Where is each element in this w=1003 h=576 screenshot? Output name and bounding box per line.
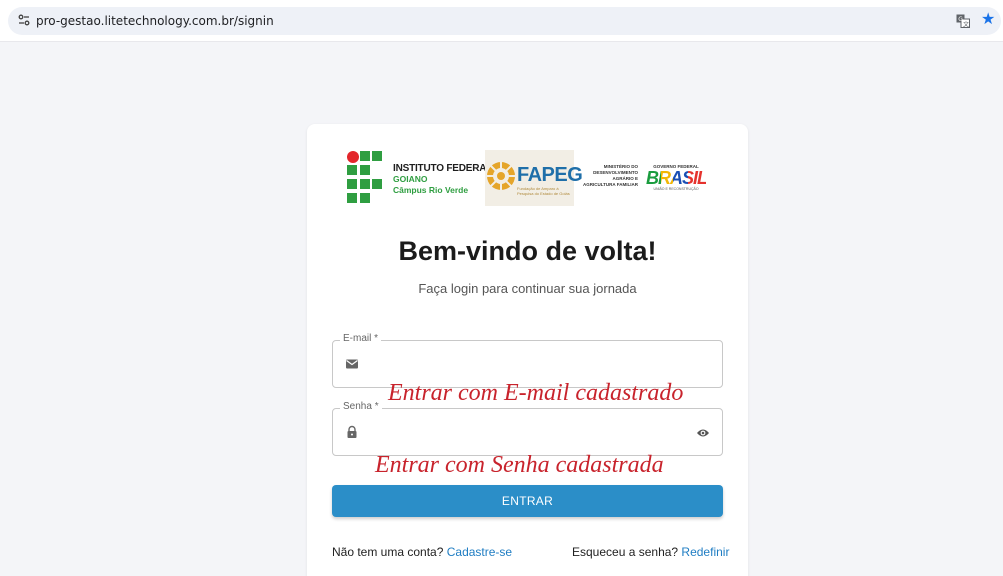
enter-button[interactable]: ENTRAR bbox=[332, 485, 723, 517]
if-campus-line2: Câmpus Rio Verde bbox=[393, 185, 469, 195]
mail-icon bbox=[346, 359, 358, 369]
password-label: Senha * bbox=[340, 401, 382, 412]
address-bar[interactable]: pro-gestao.litetechnology.com.br/signin … bbox=[8, 7, 1001, 35]
translate-icon[interactable]: G文 bbox=[956, 14, 970, 28]
eye-icon[interactable] bbox=[696, 427, 710, 439]
page-subtitle: Faça login para continuar sua jornada bbox=[418, 281, 637, 296]
reset-prompt: Esqueceu a senha? Redefinir bbox=[572, 545, 729, 559]
svg-text:文: 文 bbox=[963, 20, 969, 28]
email-input[interactable] bbox=[369, 353, 689, 377]
lock-icon bbox=[347, 425, 357, 438]
email-label: E-mail * bbox=[340, 333, 382, 344]
if-campus-line1: GOIANO bbox=[393, 174, 428, 184]
gov-brasil-logo: GOVERNO FEDERAL BRASIL UNIÃO E RECONSTRU… bbox=[646, 164, 708, 191]
tune-icon[interactable] bbox=[16, 13, 32, 29]
ministerio-text: MINISTÉRIO DO DESENVOLVIMENTO AGRÁRIO E … bbox=[583, 164, 638, 187]
gov-bottom-text: UNIÃO E RECONSTRUÇÃO bbox=[653, 187, 699, 191]
fapeg-emblem-icon bbox=[487, 162, 515, 190]
email-annotation: Entrar com E-mail cadastrado bbox=[388, 380, 684, 406]
logo-strip: INSTITUTO FEDERAL GOIANO Câmpus Rio Verd… bbox=[346, 150, 716, 208]
fapeg-logo: FAPEG Fundação de Amparo à Pesquisa do E… bbox=[485, 150, 583, 206]
register-link[interactable]: Cadastre-se bbox=[447, 545, 512, 559]
page-title: Bem-vindo de volta! bbox=[398, 236, 657, 266]
if-title: INSTITUTO FEDERAL bbox=[393, 163, 493, 174]
url-text[interactable]: pro-gestao.litetechnology.com.br/signin bbox=[36, 14, 274, 28]
gov-wordmark: BRASIL bbox=[646, 168, 708, 188]
no-account-text: Não tem uma conta? bbox=[332, 545, 447, 559]
browser-toolbar: pro-gestao.litetechnology.com.br/signin … bbox=[0, 0, 1003, 42]
forgot-text: Esqueceu a senha? bbox=[572, 545, 682, 559]
register-prompt: Não tem uma conta? Cadastre-se bbox=[332, 545, 512, 559]
if-name: INSTITUTO FEDERAL GOIANO Câmpus Rio Verd… bbox=[393, 163, 492, 196]
password-annotation: Entrar com Senha cadastrada bbox=[375, 452, 664, 478]
fapeg-wordmark: FAPEG bbox=[517, 164, 583, 186]
if-logo bbox=[347, 151, 382, 203]
reset-link[interactable]: Redefinir bbox=[681, 545, 729, 559]
fapeg-subtitle: Fundação de Amparo à Pesquisa do Estado … bbox=[517, 186, 570, 196]
star-icon[interactable]: ★ bbox=[981, 11, 995, 29]
password-field[interactable]: Senha * bbox=[332, 401, 723, 456]
password-input[interactable] bbox=[369, 421, 689, 445]
